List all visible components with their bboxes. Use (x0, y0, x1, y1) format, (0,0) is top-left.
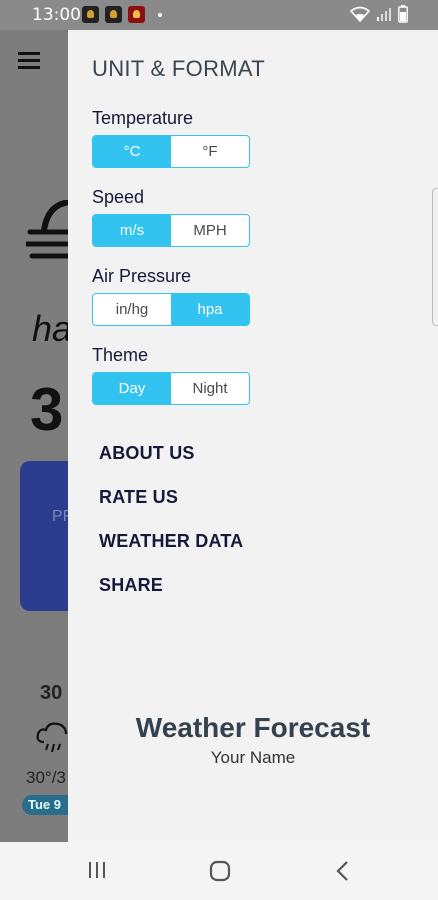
drawer-title: UNIT & FORMAT (92, 56, 265, 81)
theme-toggle: Day Night (92, 372, 250, 405)
edge-panel-handle[interactable] (432, 188, 438, 326)
current-temperature: 3 (30, 376, 64, 443)
fog-weather-icon (23, 199, 73, 275)
signal-icon (376, 6, 392, 27)
back-icon[interactable] (335, 860, 351, 887)
night-option[interactable]: Night (171, 373, 249, 404)
air-pressure-label: Air Pressure (92, 266, 192, 286)
air-pressure-toggle: in/hg hpa (92, 293, 250, 326)
weather-data-link[interactable]: WEATHER DATA (99, 531, 243, 552)
rate-us-link[interactable]: RATE US (99, 487, 178, 508)
settings-drawer: UNIT & FORMAT Temperature °C °F Speed m/… (68, 30, 438, 842)
inhg-option[interactable]: in/hg (93, 294, 171, 325)
app-notification-icon (128, 6, 145, 23)
rain-cloud-icon (36, 720, 70, 759)
wifi-icon (349, 6, 371, 27)
brand-subtitle: Your Name (210, 748, 296, 767)
theme-label: Theme (92, 345, 149, 365)
home-icon[interactable] (209, 860, 231, 887)
day-option[interactable]: Day (93, 373, 171, 404)
app-notification-icon (105, 6, 122, 23)
condition-text: ha (32, 308, 73, 349)
mph-option[interactable]: MPH (171, 215, 249, 246)
speed-label: Speed (92, 187, 145, 207)
more-notifications-icon (158, 13, 162, 17)
celsius-option[interactable]: °C (93, 136, 171, 167)
temperature-toggle: °C °F (92, 135, 250, 168)
fahrenheit-option[interactable]: °F (171, 136, 249, 167)
brand-title: Weather Forecast (135, 712, 371, 743)
recent-apps-icon[interactable] (87, 860, 107, 885)
app-notification-icon (82, 6, 99, 23)
hpa-option[interactable]: hpa (171, 294, 249, 325)
menu-icon[interactable] (18, 52, 40, 69)
ms-option[interactable]: m/s (93, 215, 171, 246)
daily-temperature: 30 (40, 682, 63, 704)
status-time: 13:00 (32, 5, 81, 25)
battery-icon (398, 5, 408, 28)
about-us-link[interactable]: ABOUT US (99, 443, 195, 464)
status-bar: 13:00 (0, 0, 438, 30)
temperature-label: Temperature (92, 108, 194, 128)
temperature-range: 30°/3 (26, 768, 66, 787)
navigation-bar (0, 842, 438, 900)
share-link[interactable]: SHARE (99, 575, 163, 596)
speed-toggle: m/s MPH (92, 214, 250, 247)
